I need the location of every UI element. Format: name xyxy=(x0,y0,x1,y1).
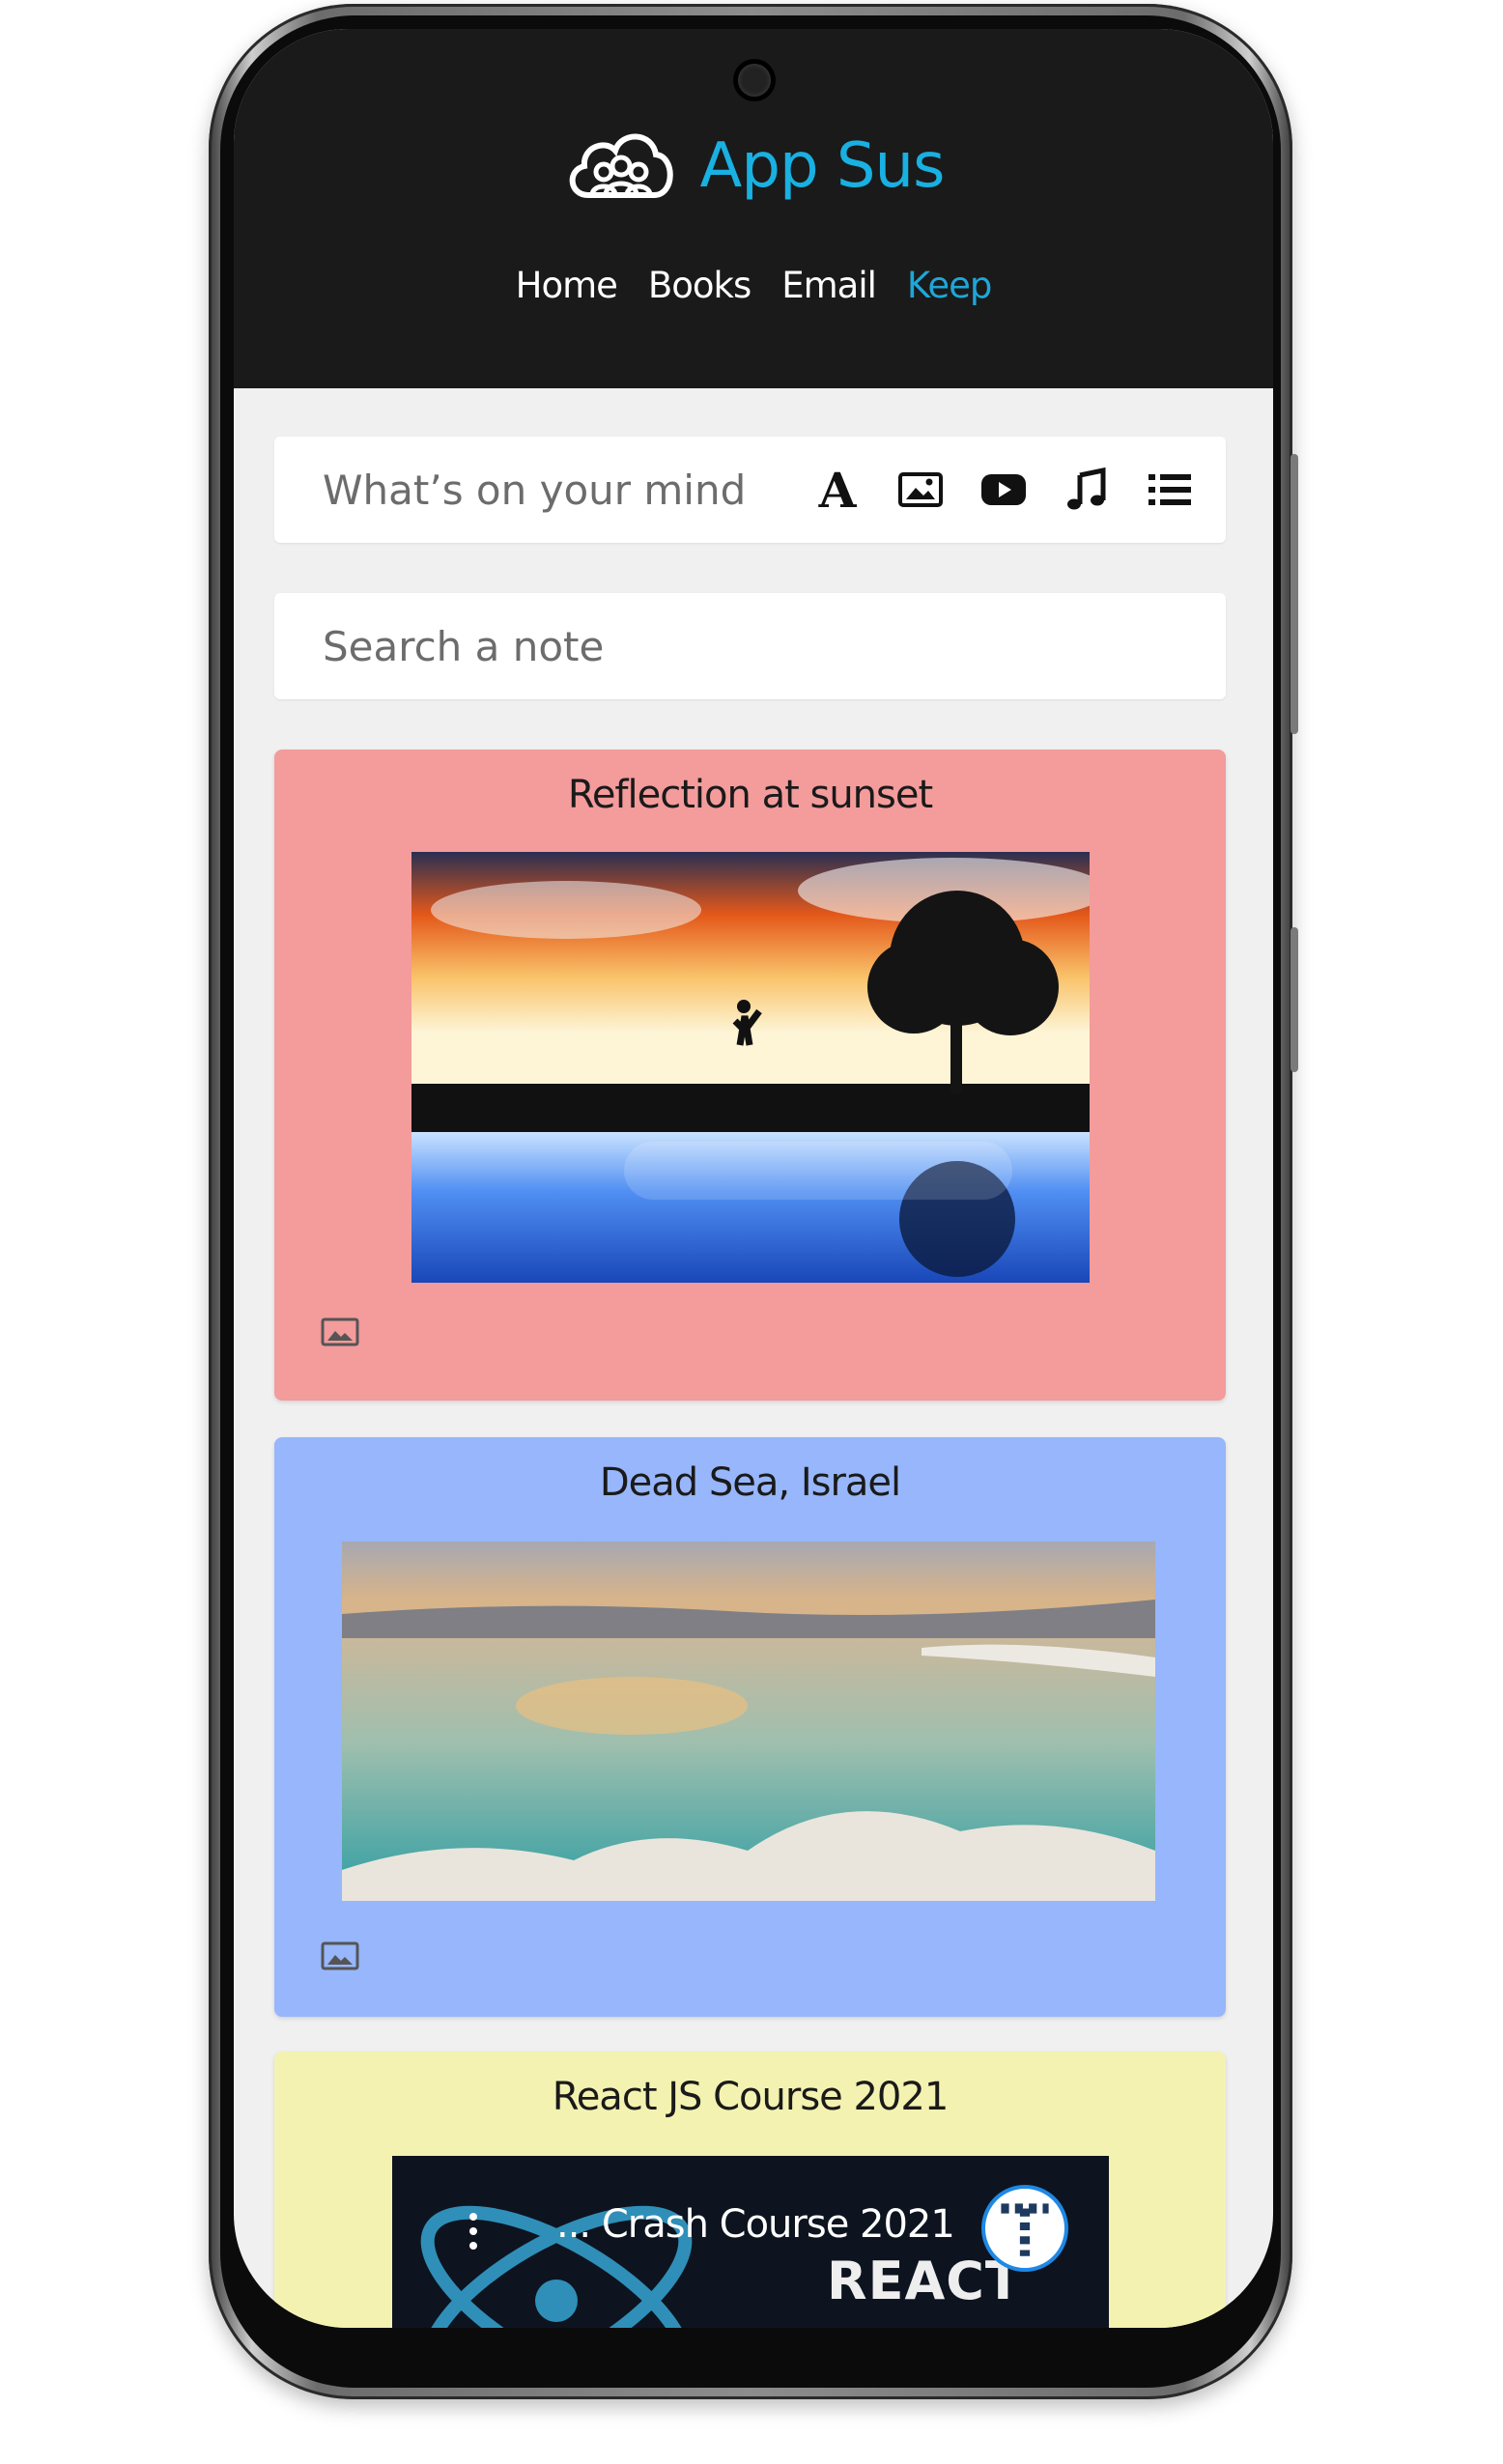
note-title: Dead Sea, Israel xyxy=(599,1460,901,1505)
image-icon xyxy=(321,1941,359,1970)
main-nav: Home Books Email Keep xyxy=(234,265,1273,306)
search-input[interactable]: Search a note xyxy=(323,593,1173,699)
channel-avatar[interactable] xyxy=(981,2185,1068,2272)
note-composer: What’s on your mind A xyxy=(274,437,1226,543)
power-button xyxy=(1290,927,1298,1072)
video-icon[interactable] xyxy=(977,463,1031,517)
nav-books[interactable]: Books xyxy=(648,265,752,306)
nav-email[interactable]: Email xyxy=(781,265,877,306)
cloud-users-icon xyxy=(563,118,677,214)
note-image xyxy=(411,852,1090,1283)
music-note-icon[interactable] xyxy=(1060,463,1114,517)
video-embed[interactable]: ... Crash Course 2021 REACT xyxy=(392,2156,1109,2328)
phone-screen: App Sus Home Books Email Keep What’s on … xyxy=(234,29,1273,2328)
more-vertical-icon[interactable] xyxy=(469,2212,477,2251)
note-image xyxy=(342,1542,1155,1901)
front-camera xyxy=(738,64,771,97)
note-title: Reflection at sunset xyxy=(567,773,933,817)
volume-button xyxy=(1290,454,1298,734)
nav-home[interactable]: Home xyxy=(516,265,618,306)
app-title: App Sus xyxy=(699,130,946,202)
image-icon[interactable] xyxy=(893,463,948,517)
note-card[interactable]: Reflection at sunset xyxy=(274,750,1226,1401)
nav-keep[interactable]: Keep xyxy=(907,265,992,306)
video-title: ... Crash Course 2021 xyxy=(556,2202,955,2247)
image-icon xyxy=(321,1317,359,1346)
note-title: React JS Course 2021 xyxy=(552,2075,950,2119)
list-icon[interactable] xyxy=(1143,463,1197,517)
note-type-tools: A xyxy=(810,437,1197,543)
note-input[interactable]: What’s on your mind xyxy=(323,437,786,543)
app-header: App Sus Home Books Email Keep xyxy=(234,29,1273,388)
note-card[interactable]: React JS Course 2021 ... Crash Course 20… xyxy=(274,2052,1226,2328)
note-card[interactable]: Dead Sea, Israel xyxy=(274,1437,1226,2017)
search-box: Search a note xyxy=(274,593,1226,699)
text-icon[interactable]: A xyxy=(810,462,865,519)
brand[interactable]: App Sus xyxy=(234,108,1273,224)
